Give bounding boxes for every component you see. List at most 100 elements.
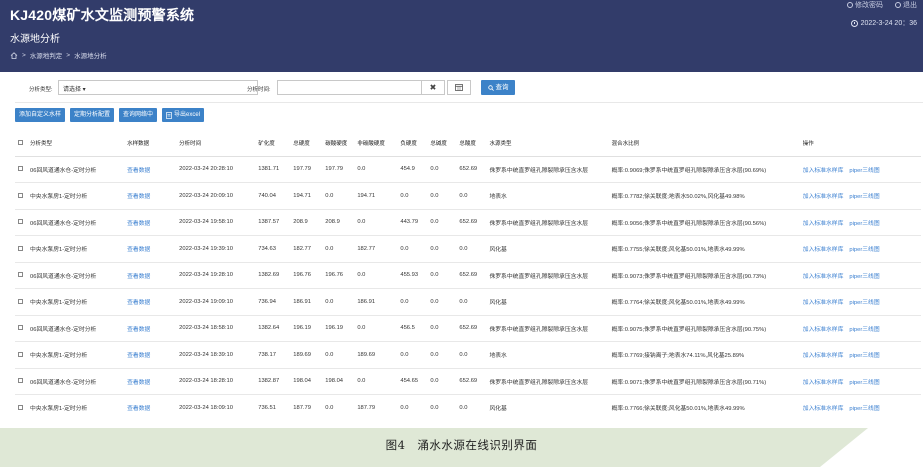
cell-mix-ratio: 概率:0.9069;侏罗系中统直罗组孔隙裂隙承压含水层(90.69%) bbox=[608, 156, 800, 183]
col-total-acidity: 总酸度 bbox=[456, 131, 487, 157]
add-to-standard-library-link[interactable]: 加入标准水样库 bbox=[803, 406, 844, 412]
piper-diagram-link[interactable]: piper三线图 bbox=[849, 406, 879, 412]
add-to-standard-library-link[interactable]: 加入标准水样库 bbox=[803, 327, 844, 333]
cell-mix-ratio: 概率:0.7766;徐关联度;风化基50.01%,地表水49.99% bbox=[608, 394, 800, 419]
cell-noncarbonate-hardness: 194.71 bbox=[354, 182, 398, 210]
cell-sample-data[interactable]: 查看数据 bbox=[124, 235, 177, 263]
cell-total-hardness: 186.91 bbox=[290, 288, 323, 316]
col-mix-ratio: 混合水比例 bbox=[608, 131, 800, 157]
add-custom-sample-button[interactable]: 添加自定义水样 bbox=[15, 108, 66, 122]
checkbox-icon bbox=[18, 298, 23, 304]
clock-icon bbox=[850, 19, 858, 27]
piper-diagram-link[interactable]: piper三线图 bbox=[849, 300, 879, 306]
cell-source-type: 侏罗系中统直罗组孔隙裂隙承压含水层 bbox=[486, 262, 609, 289]
cell-noncarbonate-hardness: 189.69 bbox=[354, 341, 398, 369]
checkbox-icon bbox=[18, 192, 23, 198]
row-checkbox[interactable] bbox=[15, 341, 27, 369]
piper-diagram-link[interactable]: piper三线图 bbox=[849, 353, 879, 359]
cell-sample-data[interactable]: 查看数据 bbox=[124, 394, 177, 419]
search-icon bbox=[487, 84, 494, 91]
cell-source-type: 侏罗系中统直罗组孔隙裂隙承压含水层 bbox=[486, 315, 609, 342]
clear-button[interactable]: ✖ bbox=[421, 80, 445, 95]
cell-operation: 加入标准水样库 piper三线图 bbox=[799, 262, 921, 289]
search-label: 查询 bbox=[495, 84, 509, 91]
piper-diagram-link[interactable]: piper三线图 bbox=[849, 247, 879, 253]
cell-sample-data[interactable]: 查看数据 bbox=[124, 341, 177, 369]
analysis-time-input[interactable] bbox=[277, 80, 427, 95]
cell-sample-data[interactable]: 查看数据 bbox=[124, 315, 177, 342]
cell-sample-data[interactable]: 查看数据 bbox=[124, 182, 177, 210]
piper-diagram-link[interactable]: piper三线图 bbox=[849, 168, 879, 174]
cell-total-alkalinity: 0.0 bbox=[427, 182, 457, 210]
row-checkbox[interactable] bbox=[15, 156, 27, 183]
col-total-hardness: 总硬度 bbox=[290, 131, 323, 157]
row-checkbox[interactable] bbox=[15, 315, 27, 342]
cell-total-alkalinity: 0.0 bbox=[427, 209, 457, 236]
row-checkbox[interactable] bbox=[15, 235, 27, 263]
row-checkbox[interactable] bbox=[15, 394, 27, 419]
analysis-table: 分析类型 水样数据 分析时间 矿化度 总硬度 碳酸硬度 非碳酸硬度 负硬度 总碱… bbox=[15, 131, 921, 419]
calendar-button[interactable] bbox=[447, 80, 471, 95]
add-to-standard-library-link[interactable]: 加入标准水样库 bbox=[803, 380, 844, 386]
cell-source-type: 地表水 bbox=[486, 182, 609, 210]
row-checkbox[interactable] bbox=[15, 209, 27, 236]
cell-sample-data[interactable]: 查看数据 bbox=[124, 288, 177, 316]
cell-total-acidity: 652.69 bbox=[456, 156, 487, 183]
datetime-text: 2022-3-24 20：36 bbox=[860, 20, 917, 27]
piper-diagram-link[interactable]: piper三线图 bbox=[849, 274, 879, 280]
add-to-standard-library-link[interactable]: 加入标准水样库 bbox=[803, 300, 844, 306]
piper-diagram-link[interactable]: piper三线图 bbox=[849, 380, 879, 386]
table-body: 06回风道通水仓-定时分析 查看数据 2022-03-24 20:28:10 1381… bbox=[15, 156, 921, 419]
cell-negative-hardness: 0.0 bbox=[397, 394, 428, 419]
logout-label: 退出 bbox=[903, 2, 917, 9]
cell-carbonate-hardness: 208.9 bbox=[322, 209, 355, 236]
add-to-standard-library-link[interactable]: 加入标准水样库 bbox=[803, 221, 844, 227]
logout-link[interactable]: 退出 bbox=[895, 0, 917, 10]
cell-sample-data[interactable]: 查看数据 bbox=[124, 262, 177, 289]
cell-operation: 加入标准水样库 piper三线图 bbox=[799, 235, 921, 263]
row-checkbox[interactable] bbox=[15, 288, 27, 316]
timed-analysis-config-button[interactable]: 定期分析配置 bbox=[70, 108, 115, 122]
cell-noncarbonate-hardness: 0.0 bbox=[354, 156, 398, 183]
cell-mix-ratio: 概率:0.9071;侏罗系中统直罗组孔隙裂隙承压含水层(90.71%) bbox=[608, 368, 800, 395]
analysis-type-label: 分析类型: bbox=[29, 87, 53, 93]
checkbox-icon bbox=[18, 351, 23, 357]
cell-mineralization: 1387.57 bbox=[255, 209, 291, 236]
export-excel-button[interactable]: 导出excel bbox=[162, 108, 205, 122]
cell-carbonate-hardness: 0.0 bbox=[322, 182, 355, 210]
add-to-standard-library-link[interactable]: 加入标准水样库 bbox=[803, 353, 844, 359]
breadcrumb-item-source-judge[interactable]: 水源地判定 bbox=[30, 50, 63, 60]
cell-total-hardness: 196.19 bbox=[290, 315, 323, 342]
cell-sample-data[interactable]: 查看数据 bbox=[124, 156, 177, 183]
cell-noncarbonate-hardness: 187.79 bbox=[354, 394, 398, 419]
cell-total-hardness: 194.71 bbox=[290, 182, 323, 210]
filter-bar: 分析类型: 请选择 ▾ 分析时间: ✖ 查询 bbox=[15, 73, 923, 103]
cell-mineralization: 1382.87 bbox=[255, 368, 291, 395]
cell-sample-data[interactable]: 查看数据 bbox=[124, 209, 177, 236]
piper-diagram-link[interactable]: piper三线图 bbox=[849, 327, 879, 333]
cell-mineralization: 738.17 bbox=[255, 341, 291, 369]
change-password-link[interactable]: 修改密码 bbox=[847, 0, 883, 10]
cell-sample-data[interactable]: 查看数据 bbox=[124, 368, 177, 395]
view-network-button[interactable]: 查询网络中 bbox=[119, 108, 158, 122]
cell-total-alkalinity: 0.0 bbox=[427, 156, 457, 183]
home-icon[interactable] bbox=[10, 51, 18, 59]
search-button[interactable]: 查询 bbox=[481, 80, 515, 95]
row-checkbox[interactable] bbox=[15, 262, 27, 289]
row-checkbox[interactable] bbox=[15, 182, 27, 210]
analysis-type-select[interactable]: 请选择 ▾ bbox=[58, 80, 258, 95]
checkbox-icon bbox=[18, 404, 23, 410]
checkbox-icon bbox=[18, 140, 23, 146]
cell-mix-ratio: 概率:0.7782;徐关联度;地表水50.02%,风化基49.98% bbox=[608, 182, 800, 210]
select-all-checkbox[interactable] bbox=[15, 131, 27, 157]
add-to-standard-library-link[interactable]: 加入标准水样库 bbox=[803, 194, 844, 200]
row-checkbox[interactable] bbox=[15, 368, 27, 395]
piper-diagram-link[interactable]: piper三线图 bbox=[849, 221, 879, 227]
cell-carbonate-hardness: 0.0 bbox=[322, 288, 355, 316]
add-to-standard-library-link[interactable]: 加入标准水样库 bbox=[803, 247, 844, 253]
piper-diagram-link[interactable]: piper三线图 bbox=[849, 194, 879, 200]
add-to-standard-library-link[interactable]: 加入标准水样库 bbox=[803, 168, 844, 174]
table-row: 中央水泵房1-定时分析 查看数据 2022-03-24 20:09:10 740.04… bbox=[15, 182, 921, 210]
col-analysis-type: 分析类型 bbox=[27, 131, 125, 157]
add-to-standard-library-link[interactable]: 加入标准水样库 bbox=[803, 274, 844, 280]
